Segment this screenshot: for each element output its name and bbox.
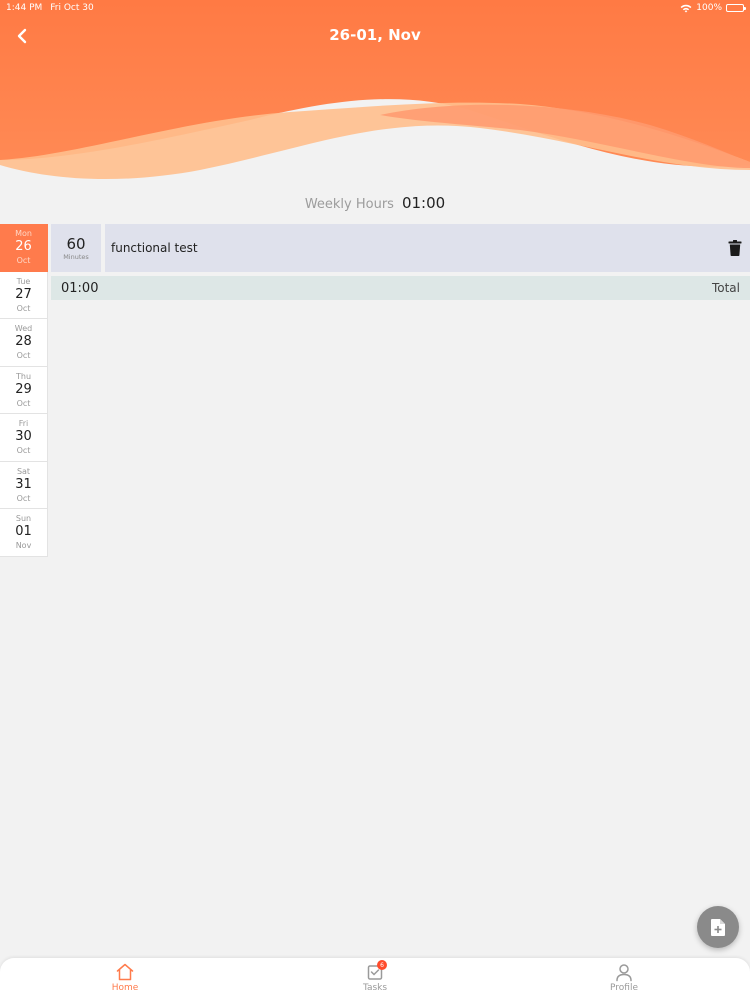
day-item-sat[interactable]: Sat 31 Oct	[0, 461, 48, 509]
day-month: Oct	[16, 303, 31, 313]
tab-tasks-label: Tasks	[362, 983, 388, 993]
day-of-week: Sat	[16, 466, 31, 476]
day-number: 29	[15, 381, 32, 397]
app-root: 1:44 PM Fri Oct 30 100% 26-01, Nov Weekl…	[0, 0, 750, 1000]
day-item-thu[interactable]: Thu 29 Oct	[0, 366, 48, 414]
day-of-week: Tue	[16, 276, 31, 286]
trash-icon[interactable]	[728, 240, 742, 256]
weekly-hours-label: Weekly Hours	[304, 197, 394, 212]
battery-percent: 100%	[696, 3, 722, 13]
entry-minutes-unit: Minutes	[63, 252, 89, 261]
total-label: Total	[711, 281, 740, 295]
tab-home-label: Home	[111, 983, 139, 993]
weekly-hours: Weekly Hours 01:00	[0, 194, 750, 212]
day-number: 31	[15, 476, 32, 492]
day-number: 01	[15, 524, 32, 540]
day-month: Oct	[16, 398, 31, 408]
day-item-mon[interactable]: Mon 26 Oct	[0, 224, 48, 272]
day-of-week: Thu	[15, 371, 32, 381]
day-month: Oct	[16, 351, 31, 361]
day-month: Oct	[16, 256, 31, 266]
day-of-week: Mon	[15, 229, 32, 239]
day-month: Oct	[16, 446, 31, 456]
total-time: 01:00	[61, 280, 99, 296]
day-number: 27	[15, 286, 32, 302]
entry-description[interactable]: functional test	[105, 224, 750, 272]
day-of-week: Fri	[18, 419, 29, 429]
wifi-icon	[680, 4, 692, 12]
day-month: Oct	[16, 493, 31, 503]
tab-tasks[interactable]: 6 Tasks	[345, 960, 405, 993]
add-entry-button[interactable]	[697, 906, 739, 948]
day-of-week: Sun	[15, 514, 32, 524]
day-of-week: Wed	[14, 324, 33, 334]
time-entry-row: 60 Minutes functional test	[51, 224, 750, 272]
tab-profile-label: Profile	[610, 983, 638, 993]
weekly-hours-value: 01:00	[401, 194, 446, 212]
tab-home[interactable]: Home	[95, 962, 155, 993]
day-list: Mon 26 Oct Tue 27 Oct Wed 28 Oct Thu 29 …	[0, 224, 48, 557]
status-bar: 1:44 PM Fri Oct 30 100%	[0, 0, 750, 16]
home-icon	[116, 963, 134, 981]
entry-minutes: 60 Minutes	[51, 224, 101, 272]
tasks-badge: 6	[377, 960, 387, 970]
day-item-fri[interactable]: Fri 30 Oct	[0, 414, 48, 462]
add-document-icon	[711, 918, 725, 936]
tab-profile[interactable]: Profile	[594, 962, 654, 993]
battery-icon	[726, 4, 746, 12]
entry-description-text: functional test	[111, 241, 198, 255]
status-date: Fri Oct 30	[50, 3, 94, 13]
total-row: 01:00 Total	[51, 276, 750, 300]
day-item-wed[interactable]: Wed 28 Oct	[0, 319, 48, 367]
day-number: 30	[15, 429, 32, 445]
page-title: 26-01, Nov	[329, 26, 421, 44]
profile-icon	[616, 964, 632, 982]
day-item-tue[interactable]: Tue 27 Oct	[0, 271, 48, 319]
entry-minutes-value: 60	[66, 234, 86, 253]
bottom-tab-bar: Home 6 Tasks Profile	[0, 958, 750, 1000]
day-number: 26	[15, 239, 32, 255]
day-item-sun[interactable]: Sun 01 Nov	[0, 509, 48, 557]
day-month: Nov	[15, 541, 32, 551]
status-time: 1:44 PM	[6, 3, 43, 13]
day-number: 28	[15, 334, 32, 350]
